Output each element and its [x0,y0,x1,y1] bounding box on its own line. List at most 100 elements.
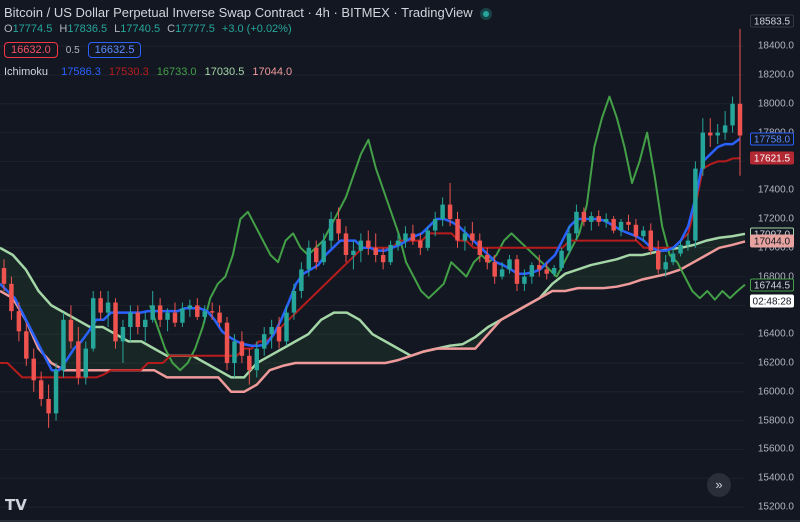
price-tick-label: 17200.0 [757,213,794,225]
candle-body [693,168,698,241]
price-tick-label: 18200.0 [757,69,794,81]
candle-body [232,341,237,363]
lagging-span-tag: 16744.5 [750,278,794,292]
candle-body [499,269,505,277]
candle-body [492,262,497,277]
symbol-title[interactable]: Bitcoin / US Dollar Perpetual Inverse Sw… [4,5,473,20]
chart-header: Bitcoin / US Dollar Perpetual Inverse Sw… [4,5,489,20]
candle-body [618,221,624,231]
cloud-segment [590,262,604,289]
candle-body [655,250,661,270]
candle-body [46,399,51,414]
trade-buttons: 16632.0 0.5 16632.5 [4,41,142,59]
chart-canvas[interactable] [0,0,800,522]
candle-body [514,259,520,284]
cloud-segment [333,312,347,363]
candle-body [61,319,66,371]
candle-body [83,348,89,378]
candle-body [105,302,111,313]
candle-body [9,283,14,312]
candle-body [120,327,126,342]
candle-body [254,348,259,371]
buy-button[interactable]: 16632.5 [87,42,142,58]
candle-body [157,305,163,320]
indicator-legend[interactable]: Ichimoku 17586.3 17530.3 16733.0 17030.5… [4,66,297,78]
candle-body [626,221,631,225]
candle-body [648,230,654,251]
price-tick-label: 15800.0 [757,415,794,427]
candle-body [551,267,557,274]
candle-body [603,219,609,222]
lead-a-value: 17030.5 [204,66,245,78]
price-tick-label: 15600.0 [757,443,794,455]
price-tick-label: 16400.0 [757,328,794,340]
candle-body [328,219,334,241]
candle-body [180,308,185,323]
candle-body [455,219,460,241]
candle-body [16,311,22,332]
candle-body [172,312,178,323]
candle-body [269,327,274,335]
candle-body [165,312,170,320]
candle-body [291,291,297,313]
candle-body [209,311,215,313]
candle-body [276,327,282,342]
cloud-segment [166,355,180,378]
candle-body [440,204,445,219]
candle-body [38,380,44,399]
candle-body [202,311,207,317]
candlesticks [1,60,743,428]
candle-body [596,216,601,222]
cloud-segment [603,259,617,289]
candle-body [477,240,483,255]
candle-body [537,265,542,270]
candle-body [284,312,289,342]
double-chevron-right-icon[interactable]: » [707,473,731,497]
candle-body [425,230,430,248]
open-value: 17774.5 [12,23,53,35]
candle-body [24,331,29,359]
candle-body [195,305,200,317]
close-label: C [167,23,176,35]
candle-body [447,204,453,219]
high-price-label: 18583.5 [750,14,794,28]
candle-body [150,305,155,320]
candle-body [351,250,356,255]
candle-body [53,370,59,414]
candle-body [715,132,720,136]
candle-body [395,240,401,245]
candle-body [314,247,319,263]
spread-value: 0.5 [65,44,80,56]
candle-body [306,247,312,270]
change-value: +3.0 (+0.02%) [221,23,292,35]
price-tick-label: 15200.0 [757,501,794,513]
candle-body [559,250,564,268]
high-value: 17836.5 [67,23,108,35]
candle-body [135,312,141,327]
lagging-value: 16733.0 [156,66,197,78]
candle-body [336,219,341,234]
market-status-dot [482,10,489,17]
lead-b-tag: 17044.0 [750,234,794,248]
price-tick-label: 17400.0 [757,184,794,196]
candle-body [380,255,386,263]
candle-body [708,132,713,136]
candle-body [321,240,326,263]
candle-body [98,298,103,313]
candle-body [685,240,691,245]
sell-button[interactable]: 16632.0 [4,42,58,58]
indicator-name[interactable]: Ichimoku [4,66,48,78]
tradingview-logo[interactable]: TV [5,496,27,514]
candle-body [261,334,267,349]
candle-body [68,319,74,342]
candle-body [187,305,193,309]
lead-b-value: 17044.0 [252,66,293,78]
candle-body [128,312,133,327]
candle-body [373,247,378,255]
candle-body [388,244,393,263]
cloud-segment [231,377,245,392]
candle-body [247,355,252,371]
candle-body [403,233,408,241]
candle-body [574,211,579,234]
candle-body [507,259,512,270]
